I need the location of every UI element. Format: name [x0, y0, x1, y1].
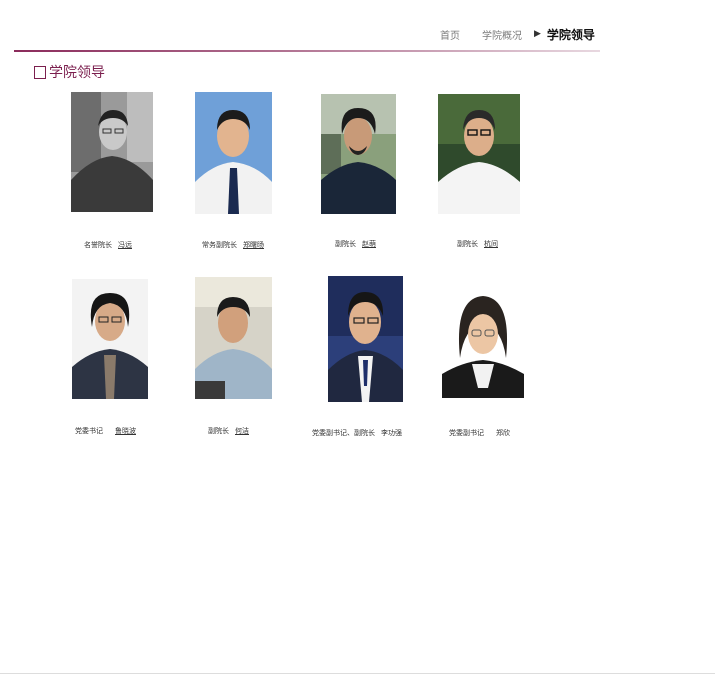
leader-title-6: 副院长 [208, 427, 229, 435]
leader-caption-5: 党委书记 鲁晓波 [75, 426, 136, 436]
leader-title-7: 党委副书记、副院长 [312, 429, 375, 437]
leader-caption-6: 副院长 何洁 [208, 426, 249, 436]
leader-name-link-1[interactable]: 冯远 [118, 241, 132, 249]
leader-title-1: 名誉院长 [84, 241, 112, 249]
breadcrumb-home-link[interactable]: 首页 [440, 27, 460, 42]
leader-photo-7 [328, 276, 403, 402]
leader-caption-8: 党委副书记 郑欣 [449, 428, 510, 438]
leader-photo-5 [72, 279, 148, 399]
header-divider [14, 50, 600, 52]
leader-caption-4: 副院长 杭间 [457, 239, 498, 249]
leader-title-5: 党委书记 [75, 427, 103, 435]
leader-name-link-8[interactable]: 郑欣 [496, 429, 510, 437]
breadcrumb: 首页 学院概况 ▶ 学院领导 [440, 24, 595, 44]
leader-name-link-2[interactable]: 郑曙旸 [243, 241, 264, 249]
leader-title-4: 副院长 [457, 240, 478, 248]
leader-name-link-3[interactable]: 赵萌 [362, 240, 376, 248]
leader-photo-8 [442, 288, 524, 398]
leader-name-link-5[interactable]: 鲁晓波 [115, 427, 136, 435]
leader-photo-3 [321, 94, 396, 214]
leader-photo-1 [71, 92, 153, 212]
leader-caption-3: 副院长 赵萌 [335, 239, 376, 249]
leader-caption-1: 名誉院长 冯远 [84, 240, 132, 250]
leader-name-link-7[interactable]: 李功强 [381, 429, 402, 437]
breadcrumb-current: 学院领导 [546, 27, 595, 42]
leader-caption-2: 常务副院长 郑曙旸 [202, 240, 264, 250]
breadcrumb-about-link[interactable]: 学院概况 [482, 27, 522, 42]
leader-title-2: 常务副院长 [202, 241, 237, 249]
section-title-text: 学院领导 [49, 65, 105, 81]
page-bottom-divider [0, 673, 715, 674]
title-bullet-icon [34, 65, 46, 79]
leader-photo-2 [195, 92, 272, 214]
leader-photo-6 [195, 277, 272, 399]
leader-caption-7: 党委副书记、副院长 李功强 [312, 428, 402, 438]
leader-title-3: 副院长 [335, 240, 356, 248]
leader-photo-4 [438, 94, 520, 214]
section-title: 学院领导 [34, 62, 105, 82]
leader-name-link-6[interactable]: 何洁 [235, 427, 249, 435]
breadcrumb-arrow-icon: ▶ [534, 29, 541, 39]
leader-title-8: 党委副书记 [449, 429, 484, 437]
leader-name-link-4[interactable]: 杭间 [484, 240, 498, 248]
